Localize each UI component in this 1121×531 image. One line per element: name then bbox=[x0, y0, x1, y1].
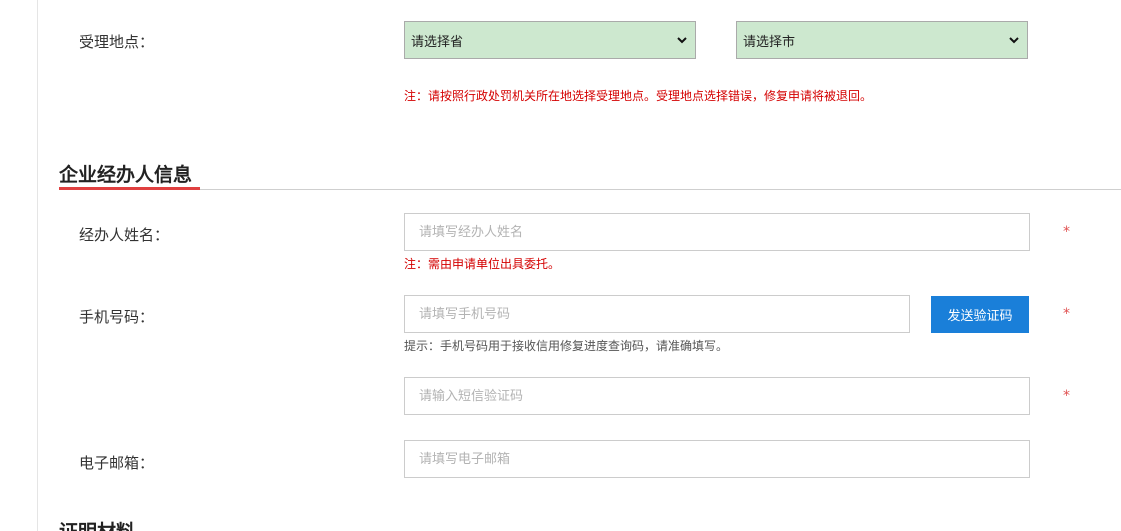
left-border-line bbox=[37, 0, 38, 531]
section-title-underline bbox=[59, 187, 200, 190]
required-mark: * bbox=[1063, 388, 1070, 404]
agent-name-input[interactable] bbox=[404, 213, 1030, 251]
required-mark: * bbox=[1063, 224, 1070, 240]
location-label: 受理地点： bbox=[79, 33, 155, 51]
phone-label: 手机号码： bbox=[79, 308, 155, 326]
agent-name-note: 注：需由申请单位出具委托。 bbox=[404, 257, 561, 271]
agent-name-label: 经办人姓名： bbox=[79, 226, 170, 244]
chevron-down-icon bbox=[1009, 37, 1019, 44]
location-note: 注：请按照行政处罚机关所在地选择受理地点。受理地点选择错误，修复申请将被退回。 bbox=[404, 89, 873, 103]
province-select-value: 请选择省 bbox=[411, 34, 464, 50]
section-divider bbox=[59, 189, 1121, 190]
email-label: 电子邮箱： bbox=[79, 454, 155, 472]
phone-input[interactable] bbox=[404, 295, 910, 333]
city-select[interactable]: 请选择市 bbox=[736, 21, 1028, 59]
city-select-value: 请选择市 bbox=[743, 34, 796, 50]
phone-hint: 提示：手机号码用于接收信用修复进度查询码，请准确填写。 bbox=[404, 339, 729, 353]
province-select[interactable]: 请选择省 bbox=[404, 21, 696, 59]
sms-code-input[interactable] bbox=[404, 377, 1030, 415]
required-mark: * bbox=[1063, 306, 1070, 322]
section-title-agent-info: 企业经办人信息 bbox=[59, 164, 193, 186]
section-title-evidence: 证明材料 bbox=[59, 517, 135, 531]
send-code-button[interactable]: 发送验证码 bbox=[931, 296, 1029, 333]
email-input[interactable] bbox=[404, 440, 1030, 478]
form-page: 受理地点： 请选择省 请选择市 注：请按照行政处罚机关所在地选择受理地点。受理地… bbox=[0, 0, 1121, 531]
chevron-down-icon bbox=[677, 37, 687, 44]
